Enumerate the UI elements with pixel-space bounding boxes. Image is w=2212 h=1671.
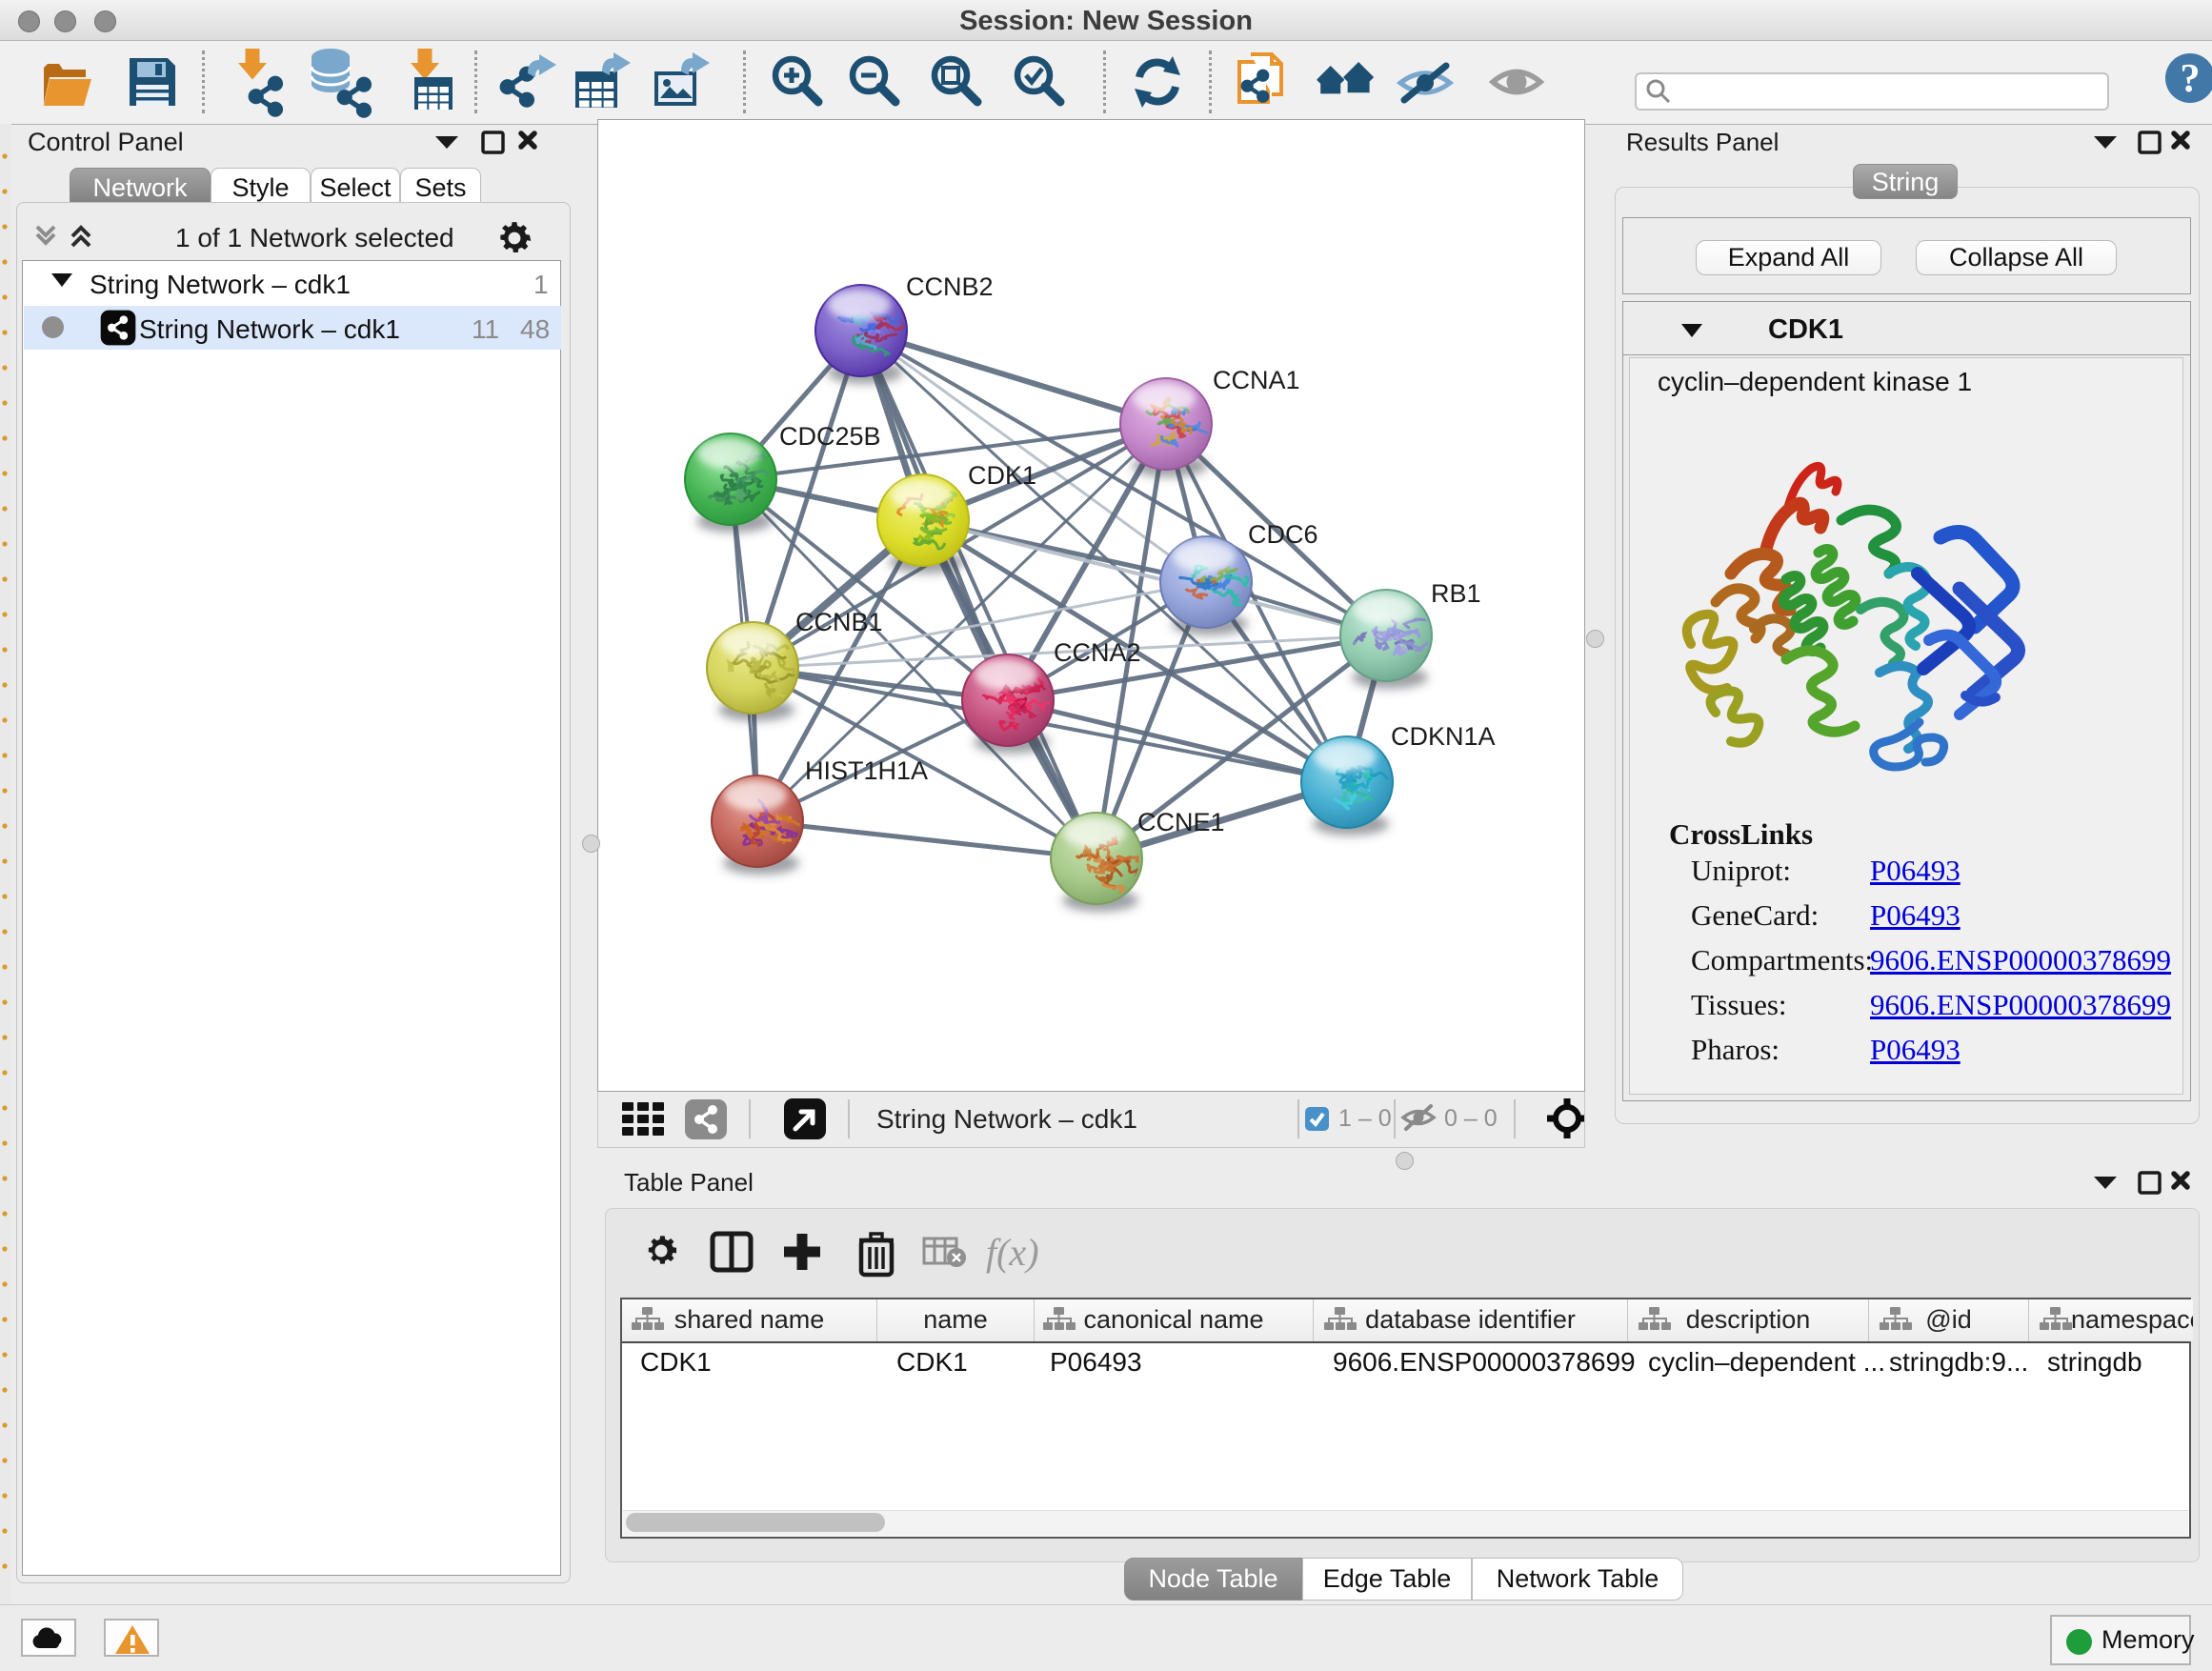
svg-text:0 – 0: 0 – 0: [1444, 1105, 1498, 1132]
svg-text:String Network – cdk1: String Network – cdk1: [876, 1104, 1137, 1134]
svg-text:RB1: RB1: [1431, 579, 1481, 608]
svg-text:CCNE1: CCNE1: [1137, 808, 1225, 836]
svg-text:CDC25B: CDC25B: [779, 422, 881, 451]
svg-text:CDKN1A: CDKN1A: [1391, 722, 1496, 751]
svg-text:CCNB1: CCNB1: [795, 608, 883, 636]
svg-text:CDK1: CDK1: [968, 461, 1036, 490]
svg-text:CCNA2: CCNA2: [1054, 638, 1141, 667]
svg-text:HIST1H1A: HIST1H1A: [805, 756, 928, 785]
svg-text:1 – 0: 1 – 0: [1338, 1105, 1392, 1132]
svg-text:CDC6: CDC6: [1248, 520, 1318, 549]
svg-text:?: ?: [2181, 57, 2201, 101]
svg-text:f(x): f(x): [986, 1231, 1039, 1274]
svg-text:CCNA1: CCNA1: [1213, 366, 1300, 394]
svg-text:CCNB2: CCNB2: [906, 272, 994, 301]
